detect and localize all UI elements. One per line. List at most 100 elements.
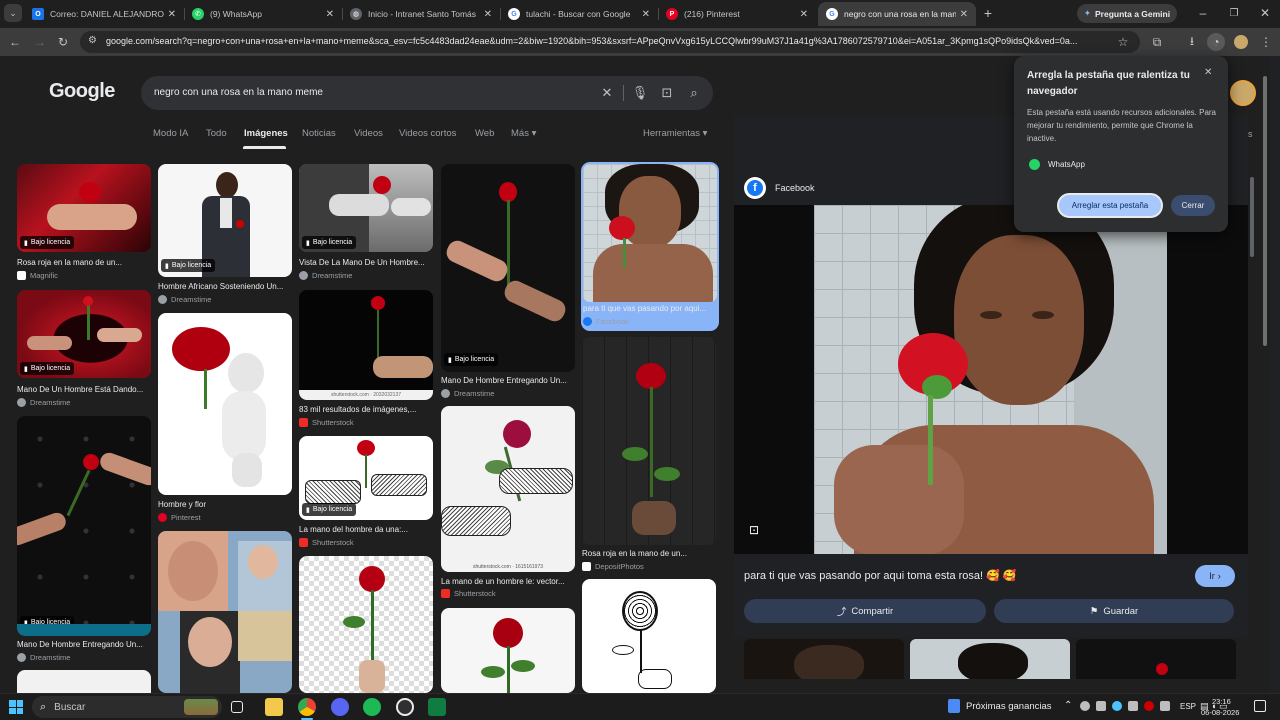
result-image-5-selected[interactable]: para ti que vas pasando por aqui... Face…	[581, 162, 719, 331]
result-caption[interactable]: Mano De Hombre Entregando Un...	[441, 376, 575, 385]
result-source[interactable]: Dreamstime	[17, 653, 70, 662]
result-source[interactable]: Pinterest	[158, 513, 201, 522]
google-logo[interactable]: Google	[49, 80, 115, 103]
profile-avatar[interactable]	[1232, 33, 1250, 51]
gemini-button[interactable]: ✦ Pregunta a Gemini	[1077, 4, 1177, 23]
result-caption[interactable]: La mano de un hombre le: vector...	[441, 577, 575, 586]
related-thumb-1[interactable]	[744, 639, 904, 679]
close-tab-icon[interactable]: ✕	[168, 9, 176, 20]
result-image-2[interactable]: ▮ Bajo licencia	[158, 164, 292, 277]
save-button[interactable]: ⚑ Guardar	[994, 599, 1234, 623]
page-scrollbar[interactable]	[1260, 56, 1270, 693]
back-icon[interactable]: ←	[6, 33, 24, 51]
result-caption[interactable]: La mano del hombre da una:...	[299, 525, 433, 534]
file-explorer-icon[interactable]	[265, 698, 283, 716]
result-caption[interactable]: Vista De La Mano De Un Hombre...	[299, 258, 433, 267]
result-source[interactable]: Facebook	[583, 317, 629, 326]
result-image-7[interactable]	[158, 313, 292, 495]
result-caption[interactable]: Mano De Hombre Entregando Un...	[17, 640, 151, 649]
close-window-icon[interactable]: ✕	[1256, 4, 1274, 22]
result-source[interactable]: Shutterstock	[441, 589, 496, 598]
result-source[interactable]: Dreamstime	[299, 271, 352, 280]
tab-videos[interactable]: Videos	[354, 128, 383, 139]
tab-mas[interactable]: Más ▾	[511, 128, 536, 139]
lens-icon[interactable]: ⊡	[658, 84, 676, 102]
result-image-meme[interactable]	[158, 531, 292, 693]
chrome-icon[interactable]	[298, 698, 316, 716]
search-icon[interactable]: ⌕	[685, 84, 703, 102]
related-thumb-2[interactable]	[910, 639, 1070, 679]
tab-noticias[interactable]: Noticias	[302, 128, 336, 139]
close-tab-icon[interactable]: ✕	[484, 9, 492, 20]
excel-icon[interactable]	[428, 698, 446, 716]
search-input[interactable]: negro con una rosa en la mano meme	[154, 87, 323, 98]
tab-imagenes[interactable]: Imágenes	[244, 128, 288, 139]
close-tab-icon[interactable]: ✕	[642, 9, 650, 20]
language-indicator[interactable]: ESP	[1180, 702, 1196, 711]
tab-web[interactable]: Web	[475, 128, 494, 139]
spotify-icon[interactable]	[363, 698, 381, 716]
lens-search-icon[interactable]: ⊡	[749, 523, 765, 539]
search-box[interactable]: negro con una rosa en la mano meme ✕ 🎙 ⊡…	[141, 76, 713, 110]
bookmark-star-icon[interactable]: ☆	[1114, 33, 1132, 51]
tab-intranet[interactable]: ◍ Inicio - Intranet Santo Tomás ✕	[342, 2, 500, 26]
tab-tulachi[interactable]: G tulachi - Buscar con Google ✕	[500, 2, 658, 26]
discord-icon[interactable]	[331, 698, 349, 716]
close-tab-icon[interactable]: ✕	[800, 9, 808, 20]
address-bar[interactable]: ⚙ google.com/search?q=negro+con+una+rosa…	[80, 31, 1140, 53]
share-button[interactable]: ⤴ Compartir	[744, 599, 986, 623]
result-image-8[interactable]: shutterstock.com · 2032032137	[299, 290, 433, 400]
microphone-icon[interactable]: 🎙	[631, 84, 649, 102]
close-tab-icon[interactable]: ✕	[326, 9, 334, 20]
task-view-icon[interactable]	[231, 701, 243, 713]
result-caption[interactable]: Mano De Un Hombre Está Dando...	[17, 385, 151, 394]
result-caption[interactable]: Hombre Africano Sosteniendo Un...	[158, 282, 292, 291]
result-caption[interactable]: Rosa roja en la mano de un...	[17, 258, 151, 267]
close-tab-icon[interactable]: ✕	[960, 9, 968, 20]
result-source[interactable]: Dreamstime	[158, 295, 211, 304]
download-icon[interactable]: ⭳	[1183, 33, 1201, 51]
popup-close-icon[interactable]: ✕	[1204, 67, 1212, 78]
preview-caption[interactable]: para ti que vas pasando por aqui toma es…	[744, 569, 1017, 582]
result-image-6[interactable]: ▮ Bajo licencia	[17, 290, 151, 378]
tab-videos-cortos[interactable]: Videos cortos	[399, 128, 456, 139]
preview-source[interactable]: f Facebook	[744, 177, 815, 199]
result-image-1[interactable]: ▮ Bajo licencia	[17, 164, 151, 252]
preview-scrollbar[interactable]	[1250, 177, 1254, 637]
visit-button[interactable]: Ir ›	[1195, 565, 1235, 587]
result-source[interactable]: DepositPhotos	[582, 562, 644, 571]
extensions-icon[interactable]: ⧉	[1148, 33, 1166, 51]
popup-close-button[interactable]: Cerrar	[1171, 195, 1215, 216]
result-image-9[interactable]	[582, 337, 716, 545]
result-caption[interactable]: para ti que vas pasando por aqui...	[583, 304, 717, 313]
notification-icon[interactable]	[1254, 700, 1266, 712]
tools-button[interactable]: Herramientas ▾	[643, 128, 707, 139]
tab-whatsapp[interactable]: ✆ (9) WhatsApp ✕	[184, 2, 342, 26]
result-image-13[interactable]	[582, 579, 716, 693]
result-source[interactable]: Shutterstock	[299, 418, 354, 427]
new-tab-icon[interactable]: +	[979, 4, 997, 22]
maximize-icon[interactable]: ❐	[1225, 4, 1243, 22]
news-widget[interactable]: Próximas ganancias	[948, 699, 1052, 713]
taskbar-search[interactable]: ⌕ Buscar	[32, 696, 222, 718]
fix-tab-button[interactable]: Arreglar esta pestaña	[1057, 193, 1163, 218]
tab-todo[interactable]: Todo	[206, 128, 227, 139]
result-source[interactable]: Shutterstock	[299, 538, 354, 547]
result-source[interactable]: Dreamstime	[441, 389, 494, 398]
result-image-next[interactable]	[17, 670, 151, 693]
result-caption[interactable]: Rosa roja en la mano de un...	[582, 549, 716, 558]
result-image-4[interactable]: ▮ Bajo licencia	[441, 164, 575, 372]
result-image-3[interactable]: ▮ Bajo licencia	[299, 164, 433, 252]
result-caption[interactable]: Hombre y flor	[158, 500, 292, 509]
performance-icon[interactable]: ◔	[1207, 33, 1225, 51]
tab-modo-ia[interactable]: Modo IA	[153, 128, 188, 139]
tray-chevron-icon[interactable]: ⌃	[1064, 700, 1072, 711]
tray-icons[interactable]	[1080, 701, 1170, 711]
clear-icon[interactable]: ✕	[598, 84, 616, 102]
result-image-10[interactable]: ▮ Bajo licencia	[299, 436, 433, 520]
preview-image-frame[interactable]: ⊡	[734, 205, 1248, 554]
forward-icon[interactable]: →	[31, 33, 49, 51]
minimize-icon[interactable]: –	[1194, 4, 1212, 22]
related-thumb-3[interactable]	[1076, 639, 1236, 679]
result-source[interactable]: Dreamstime	[17, 398, 70, 407]
